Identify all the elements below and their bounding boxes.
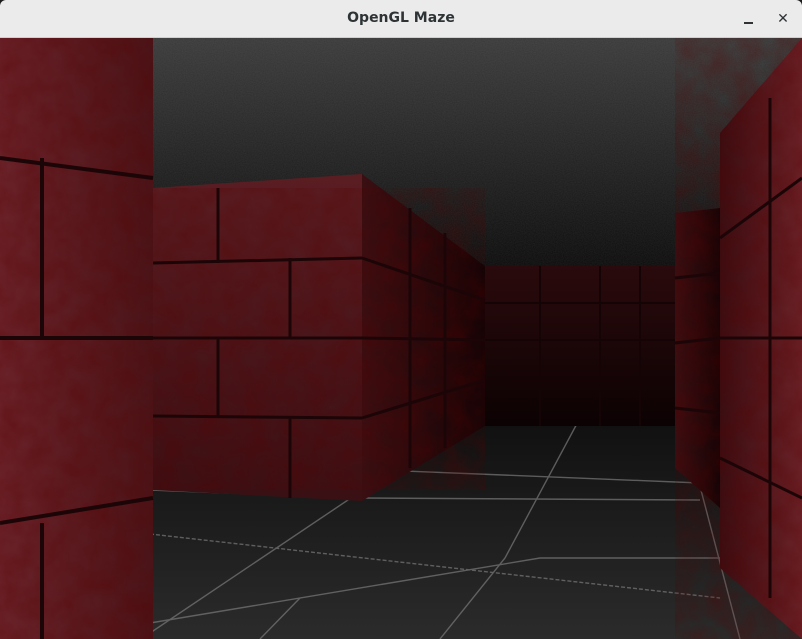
far-wall xyxy=(485,266,685,426)
app-window: OpenGL Maze ✕ xyxy=(0,0,802,639)
opengl-viewport[interactable] xyxy=(0,38,802,639)
minimize-icon xyxy=(743,22,753,24)
title-bar[interactable]: OpenGL Maze ✕ xyxy=(0,0,802,38)
close-button[interactable]: ✕ xyxy=(771,7,795,31)
window-title: OpenGL Maze xyxy=(347,10,455,26)
close-icon: ✕ xyxy=(777,11,789,27)
maze-render xyxy=(0,38,802,639)
minimize-button[interactable] xyxy=(736,7,760,31)
